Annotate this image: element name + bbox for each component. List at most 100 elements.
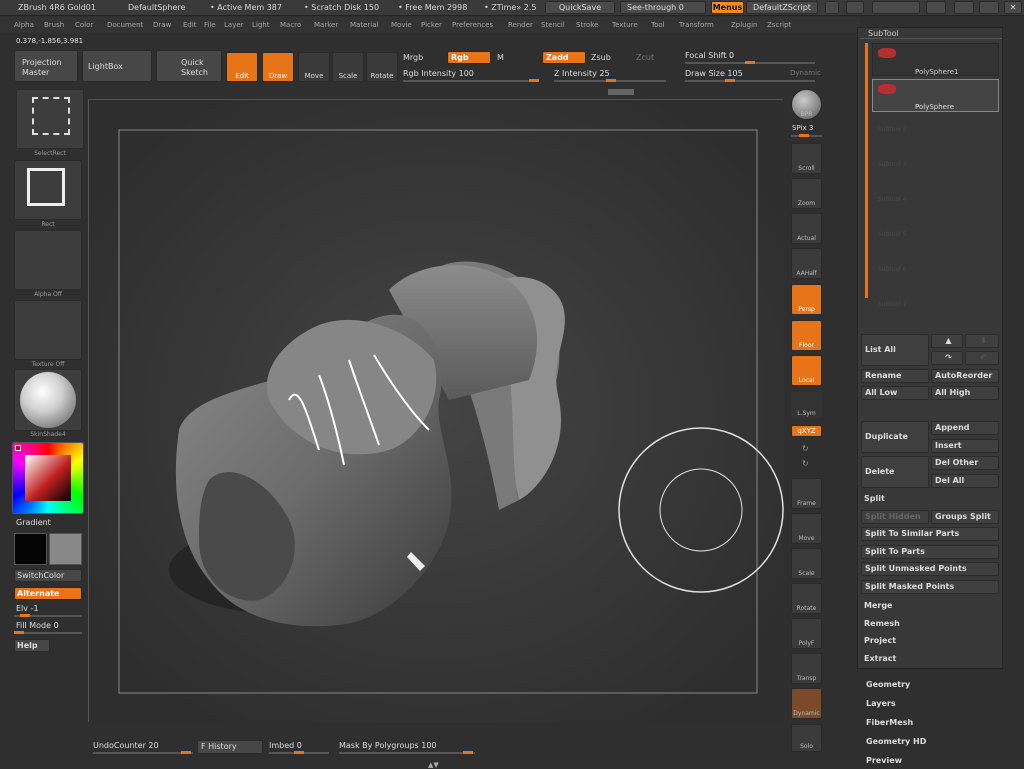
menu-item-texture[interactable]: Texture	[612, 21, 638, 29]
polyf-button[interactable]: PolyF	[791, 618, 822, 649]
actual-button[interactable]: Actual	[791, 213, 822, 244]
append-button[interactable]: Append	[931, 421, 999, 435]
rotate-button[interactable]: Rotate	[366, 52, 398, 82]
fibermesh-menu[interactable]: FiberMesh	[866, 718, 913, 727]
rect-stroke[interactable]	[14, 160, 82, 220]
draw-size-track[interactable]	[685, 79, 815, 82]
focal-shift-slider[interactable]: Focal Shift 0	[685, 51, 734, 60]
menu-item-zscript[interactable]: Zscript	[767, 21, 791, 29]
extract-section[interactable]: Extract	[864, 654, 896, 663]
help-button[interactable]: Help	[14, 639, 50, 652]
gradient-button[interactable]: Gradient	[16, 518, 51, 527]
dynamic-button[interactable]: Dynamic	[790, 69, 821, 77]
arrow-left-icon[interactable]: ↶	[965, 351, 999, 365]
subtool-item-selected[interactable]: PolySphere	[872, 79, 999, 112]
spix-track[interactable]	[791, 134, 822, 137]
draw-button[interactable]: Draw	[262, 52, 294, 82]
split-similar-parts-button[interactable]: Split To Similar Parts	[861, 527, 999, 541]
focal-shift-track[interactable]	[685, 61, 815, 64]
menu-item-edit[interactable]: Edit	[183, 21, 197, 29]
duplicate-button[interactable]: Duplicate	[861, 421, 929, 453]
fill-mode-slider[interactable]: Fill Mode 0	[16, 621, 59, 630]
alternate-button[interactable]: Alternate	[14, 587, 82, 600]
rgb-intensity-slider[interactable]: Rgb Intensity 100	[403, 69, 474, 78]
lock-icon[interactable]	[926, 1, 946, 14]
xyz-button[interactable]: qXYZ	[791, 425, 822, 437]
fill-mode-track[interactable]	[14, 631, 82, 634]
del-other-button[interactable]: Del Other	[931, 456, 999, 470]
scale-button[interactable]: Scale	[332, 52, 364, 82]
menu-item-draw[interactable]: Draw	[153, 21, 171, 29]
delete-button[interactable]: Delete	[861, 456, 929, 488]
menu-item-movie[interactable]: Movie	[391, 21, 412, 29]
menu-item-tool[interactable]: Tool	[651, 21, 665, 29]
secondary-color-swatch[interactable]	[49, 533, 82, 565]
imbed-track[interactable]	[269, 751, 329, 754]
close-icon[interactable]: ✕	[1004, 1, 1022, 14]
m-button[interactable]: M	[497, 53, 504, 62]
move-view-button[interactable]: Move	[791, 513, 822, 544]
rename-button[interactable]: Rename	[861, 369, 929, 383]
menu-item-picker[interactable]: Picker	[421, 21, 442, 29]
minimize-panel-icon[interactable]	[846, 1, 864, 14]
bpr-button[interactable]: BPR	[791, 89, 822, 120]
split-unmasked-button[interactable]: Split Unmasked Points	[861, 562, 999, 576]
rotate-y-icon[interactable]: ↻	[802, 444, 809, 453]
solo-button[interactable]: Solo	[791, 724, 822, 752]
ghost-button[interactable]: Dynamic	[791, 688, 822, 719]
layout-icon[interactable]	[872, 1, 920, 14]
expand-arrow-icon[interactable]: ▲▼	[428, 761, 448, 769]
move-down-icon[interactable]: ↷	[931, 351, 963, 365]
document-canvas[interactable]	[88, 99, 784, 723]
menu-item-file[interactable]: File	[204, 21, 216, 29]
split-hidden-button[interactable]: Split Hidden	[861, 510, 929, 524]
merge-section[interactable]: Merge	[864, 601, 892, 610]
persp-button[interactable]: Persp	[791, 284, 822, 315]
restore-icon[interactable]	[979, 1, 999, 14]
split-to-parts-button[interactable]: Split To Parts	[861, 545, 999, 559]
all-low-button[interactable]: All Low	[861, 386, 929, 400]
alpha-slot[interactable]	[14, 230, 82, 290]
mrgb-button[interactable]: Mrgb	[403, 53, 423, 62]
groups-split-button[interactable]: Groups Split	[931, 510, 999, 524]
transp-button[interactable]: Transp	[791, 653, 822, 684]
menu-item-brush[interactable]: Brush	[44, 21, 64, 29]
rgb-button[interactable]: Rgb	[447, 51, 491, 64]
floor-button[interactable]: Floor	[791, 320, 822, 351]
menu-item-light[interactable]: Light	[252, 21, 269, 29]
quicksave-button[interactable]: QuickSave	[545, 1, 615, 14]
move-button[interactable]: Move	[298, 52, 330, 82]
split-section-title[interactable]: Split	[864, 494, 885, 503]
geometry-hd-menu[interactable]: Geometry HD	[866, 737, 926, 746]
projection-master-button[interactable]: Projection Master	[14, 50, 78, 82]
arrow-down-icon[interactable]: ⬇	[965, 334, 999, 348]
edit-button[interactable]: Edit	[226, 52, 258, 82]
elv-track[interactable]	[14, 614, 82, 617]
menu-item-stroke[interactable]: Stroke	[576, 21, 598, 29]
menu-item-document[interactable]: Document	[107, 21, 143, 29]
switch-color-button[interactable]: SwitchColor	[14, 569, 82, 582]
list-all-button[interactable]: List All	[861, 334, 929, 366]
spix-slider[interactable]: SPix 3	[792, 124, 813, 132]
menu-item-render[interactable]: Render	[508, 21, 533, 29]
z-intensity-slider[interactable]: Z Intensity 25	[554, 69, 610, 78]
primary-color-swatch[interactable]	[14, 533, 47, 565]
menus-button[interactable]: Menus	[711, 1, 744, 14]
preview-menu[interactable]: Preview	[866, 756, 902, 765]
project-section[interactable]: Project	[864, 636, 896, 645]
autoreorder-button[interactable]: AutoReorder	[931, 369, 999, 383]
geometry-menu[interactable]: Geometry	[866, 680, 910, 689]
mask-by-polygroups-track[interactable]	[339, 751, 475, 754]
arrow-icon[interactable]	[825, 1, 839, 14]
color-picker[interactable]	[12, 442, 84, 514]
menu-item-stencil[interactable]: Stencil	[541, 21, 565, 29]
remesh-section[interactable]: Remesh	[864, 619, 900, 628]
menu-item-preferences[interactable]: Preferences	[452, 21, 493, 29]
undo-track[interactable]	[93, 751, 193, 754]
del-all-button[interactable]: Del All	[931, 474, 999, 488]
material-slot[interactable]	[14, 369, 82, 431]
menu-item-transform[interactable]: Transform	[679, 21, 714, 29]
split-masked-button[interactable]: Split Masked Points	[861, 580, 999, 594]
imbed-slider[interactable]: Imbed 0	[269, 741, 302, 750]
scale-view-button[interactable]: Scale	[791, 548, 822, 579]
